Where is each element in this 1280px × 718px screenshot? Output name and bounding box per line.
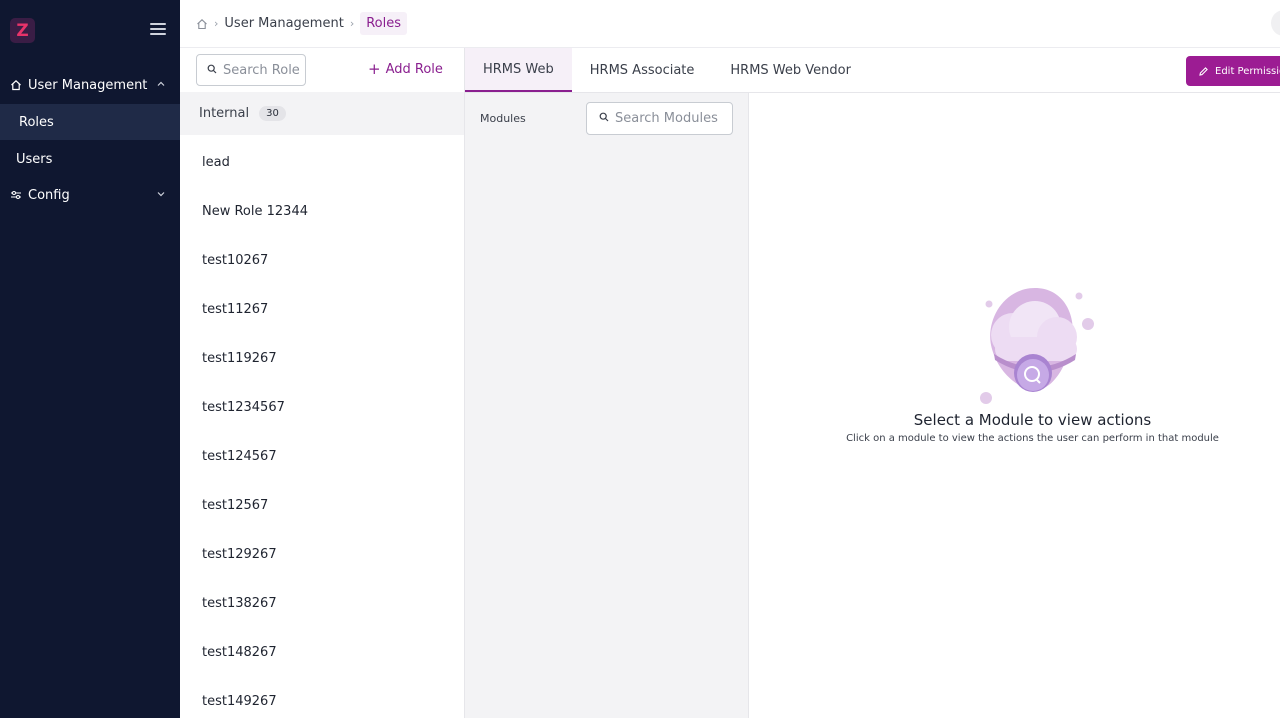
count-badge: 30	[259, 106, 286, 121]
home-icon	[10, 79, 22, 91]
platform-tabs: HRMS Web HRMS Associate HRMS Web Vendor	[465, 48, 869, 92]
chevron-right-icon: ›	[214, 17, 219, 30]
sidebar-item-config[interactable]: Config	[0, 177, 180, 213]
search-modules-placeholder: Search Modules	[615, 111, 718, 126]
role-group-internal[interactable]: Internal 30	[180, 92, 464, 135]
role-item[interactable]: lead	[180, 138, 464, 187]
breadcrumb-user-management[interactable]: User Management	[224, 16, 343, 31]
sidebar-item-label: User Management	[28, 77, 148, 93]
tab-hrms-associate[interactable]: HRMS Associate	[572, 48, 713, 92]
sidebar: Z User Management Roles Users Config	[0, 0, 180, 718]
group-name: Internal	[199, 106, 250, 121]
sidebar-item-roles[interactable]: Roles	[0, 104, 180, 140]
edit-permissions-button[interactable]: Edit Permissio	[1186, 56, 1280, 86]
sidebar-item-users[interactable]: Users	[0, 141, 180, 177]
pencil-icon	[1198, 66, 1209, 77]
app-logo[interactable]: Z	[10, 18, 35, 43]
role-item[interactable]: test10267	[180, 236, 464, 285]
breadcrumb-current: Roles	[360, 12, 408, 35]
sidebar-item-label: Roles	[19, 114, 54, 130]
role-item[interactable]: test11267	[180, 285, 464, 334]
search-role-placeholder: Search Role	[223, 62, 300, 78]
search-role-input[interactable]: Search Role	[196, 54, 306, 86]
role-item[interactable]: test138267	[180, 579, 464, 628]
plus-icon: +	[368, 60, 381, 78]
chevron-right-icon: ›	[349, 17, 355, 30]
breadcrumb: › User Management › Roles	[180, 0, 1280, 48]
sidebar-item-label: Config	[28, 187, 70, 203]
chevron-up-icon[interactable]	[156, 78, 166, 93]
role-item[interactable]: test129267	[180, 530, 464, 579]
sidebar-item-user-management[interactable]: User Management	[0, 67, 180, 103]
role-list: lead New Role 12344 test10267 test11267 …	[180, 138, 464, 718]
roles-panel: Search Role + Add Role Internal 30 lead …	[180, 48, 465, 718]
empty-state-illustration	[975, 285, 1100, 410]
role-item[interactable]: New Role 12344	[180, 187, 464, 236]
role-item[interactable]: test149267	[180, 677, 464, 718]
tab-hrms-web-vendor[interactable]: HRMS Web Vendor	[712, 48, 869, 92]
role-item[interactable]: test12567	[180, 481, 464, 530]
add-role-label: Add Role	[385, 62, 443, 77]
role-item[interactable]: test119267	[180, 334, 464, 383]
add-role-button[interactable]: + Add Role	[368, 60, 443, 78]
tab-hrms-web[interactable]: HRMS Web	[465, 48, 572, 92]
role-item[interactable]: test148267	[180, 628, 464, 677]
empty-state-title: Select a Module to view actions	[913, 411, 1152, 429]
search-icon	[207, 63, 217, 78]
empty-state-subtitle: Click on a module to view the actions th…	[846, 433, 1219, 444]
chevron-down-icon[interactable]	[156, 188, 166, 203]
menu-toggle-icon[interactable]	[150, 23, 166, 37]
role-item[interactable]: test124567	[180, 432, 464, 481]
search-icon	[599, 111, 609, 126]
home-icon[interactable]	[196, 18, 208, 30]
modules-panel: Modules Search Modules	[465, 93, 749, 718]
edit-permissions-label: Edit Permissio	[1215, 65, 1280, 77]
settings-sliders-icon	[10, 189, 22, 201]
role-item[interactable]: test1234567	[180, 383, 464, 432]
modules-label: Modules	[480, 112, 526, 125]
search-modules-input[interactable]: Search Modules	[586, 102, 733, 135]
sidebar-item-label: Users	[16, 151, 53, 167]
